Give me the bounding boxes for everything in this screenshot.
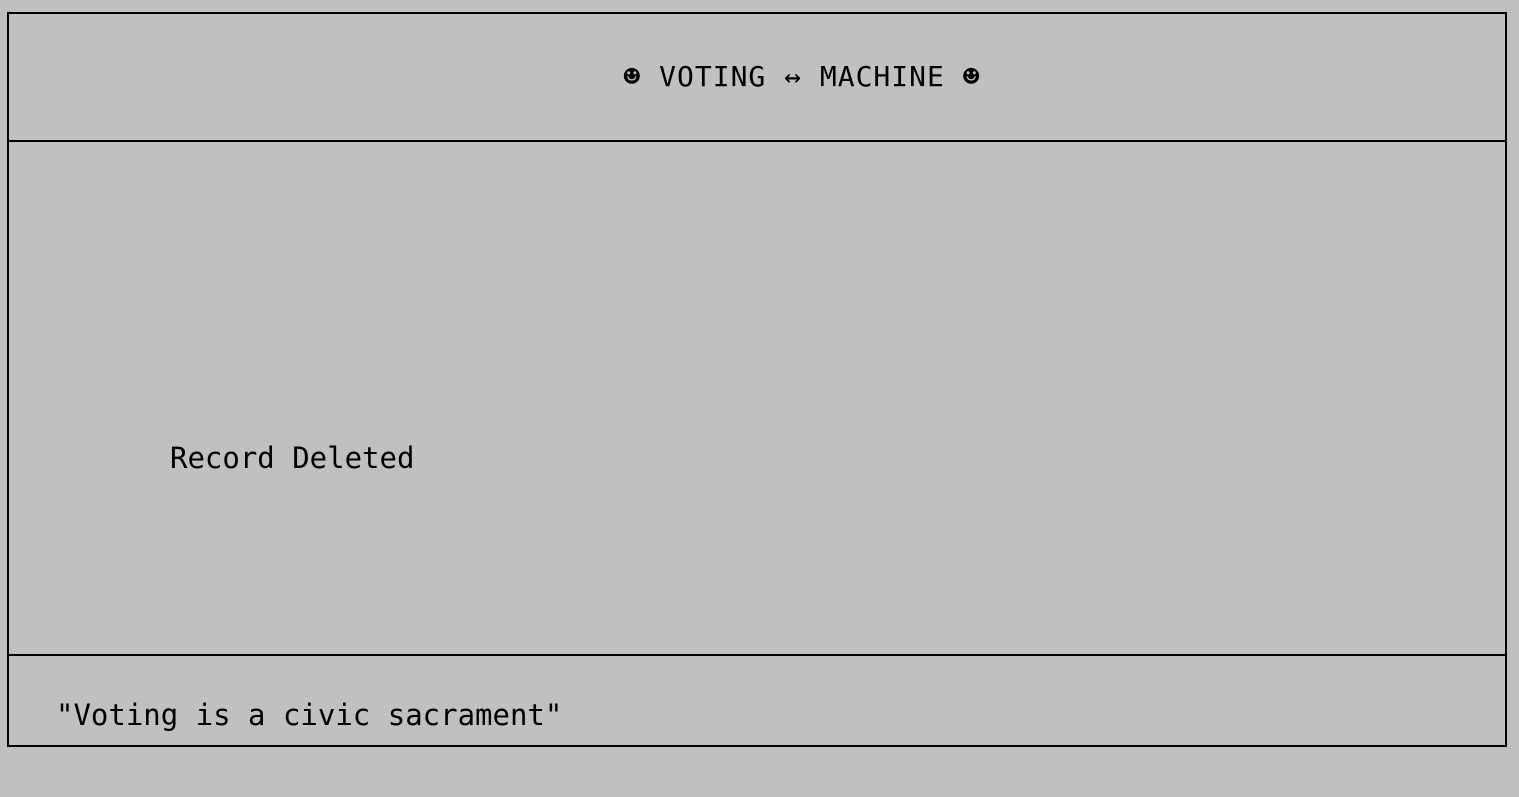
app-title: ☻ VOTING ↔ MACHINE ☻ — [623, 60, 981, 93]
header-panel: ☻ VOTING ↔ MACHINE ☻ — [9, 14, 1505, 142]
main-panel: Record Deleted — [9, 142, 1505, 654]
status-message: Record Deleted — [170, 441, 415, 475]
terminal-window: ☻ VOTING ↔ MACHINE ☻ Record Deleted "Vot… — [7, 12, 1507, 747]
footer-quote: "Voting is a civic sacrament" — [56, 698, 563, 732]
footer-panel: "Voting is a civic sacrament" — [9, 654, 1505, 745]
